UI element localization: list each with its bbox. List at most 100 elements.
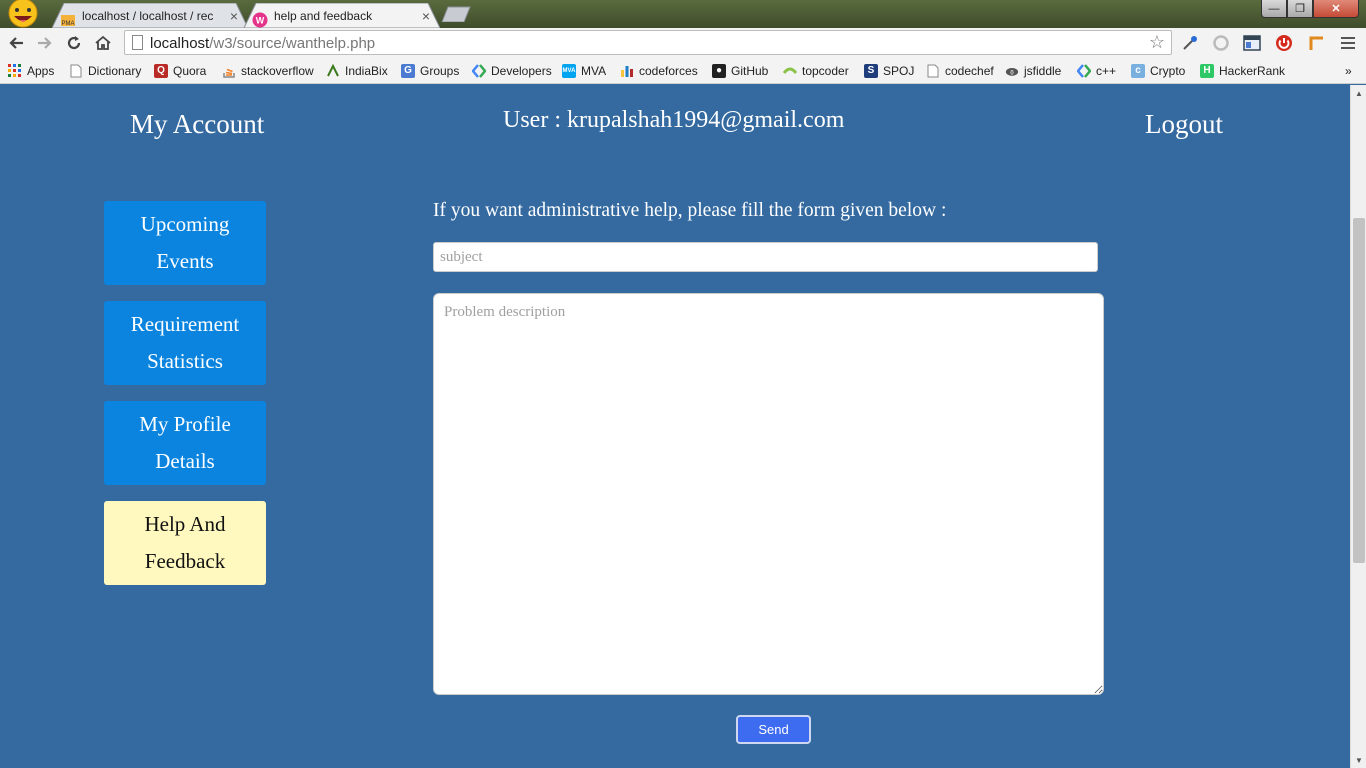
nav-upcoming-events-button[interactable]: Upcoming Events (104, 201, 266, 285)
url-path: /w3/source/wanthelp.php (209, 35, 376, 52)
user-email: User : krupalshah1994@gmail.com (503, 107, 845, 133)
nav-label-line2: Events (156, 249, 214, 273)
address-bar[interactable]: localhost/w3/source/wanthelp.php ☆ (124, 30, 1172, 55)
codeforces-icon (620, 64, 634, 78)
bookmark-quora[interactable]: Q Quora (154, 62, 206, 79)
phpmyadmin-icon: PMA (61, 14, 75, 27)
bookmark-dictionary[interactable]: Dictionary (69, 62, 141, 79)
maximize-button[interactable]: ❐ (1287, 0, 1313, 18)
bookmark-label: HackerRank (1219, 63, 1286, 78)
apps-grid-icon (8, 63, 22, 78)
bookmark-label: codechef (945, 63, 994, 78)
bookmark-codeforces[interactable]: codeforces (620, 62, 698, 79)
bookmark-hackerrank[interactable]: H HackerRank (1200, 62, 1285, 79)
github-icon: ● (712, 63, 726, 78)
nav-label-line2: Details (155, 449, 215, 473)
close-icon[interactable]: × (230, 8, 238, 24)
bookmark-github[interactable]: ● GitHub (712, 62, 768, 79)
hackerrank-icon: H (1200, 63, 1214, 78)
bookmark-label: GitHub (731, 63, 769, 78)
problem-description-textarea[interactable] (433, 293, 1104, 695)
nav-help-and-feedback-button[interactable]: Help And Feedback (104, 501, 266, 585)
nav-label-line1: Requirement (130, 312, 240, 336)
jsfiddle-icon: {} (1005, 64, 1019, 78)
browser-toolbar: localhost/w3/source/wanthelp.php ☆ (0, 28, 1366, 57)
bookmarks-bar: Apps Dictionary Q Quora stackoverflow IndiaBi… (0, 57, 1366, 84)
extension-circle-icon[interactable] (1211, 33, 1231, 53)
tab-help-and-feedback[interactable]: W help and feedback × (244, 3, 440, 28)
bookmark-label: Dictionary (88, 63, 142, 78)
bookmark-label: Groups (420, 63, 460, 78)
scroll-down-arrow-icon[interactable]: ▼ (1351, 752, 1366, 768)
quora-icon: Q (154, 63, 168, 78)
nav-label-line1: Help And (144, 512, 226, 536)
new-tab-button[interactable] (440, 6, 472, 22)
bookmark-topcoder[interactable]: topcoder (783, 62, 849, 79)
bookmark-label: Apps (27, 63, 55, 78)
forward-icon[interactable] (34, 32, 56, 54)
mva-icon: MVA (562, 63, 576, 78)
my-account-link[interactable]: My Account (130, 109, 264, 140)
nav-label-line1: Upcoming (140, 212, 230, 236)
svg-text:{}: {} (1010, 69, 1014, 74)
bookmark-label: MVA (581, 63, 607, 78)
subject-input[interactable] (433, 242, 1098, 272)
scroll-up-arrow-icon[interactable]: ▲ (1351, 85, 1366, 101)
back-icon[interactable] (5, 32, 27, 54)
topcoder-icon (783, 64, 797, 78)
page-icon (69, 64, 83, 78)
nav-label-line2: Feedback (144, 549, 226, 573)
svg-text:PMA: PMA (61, 21, 74, 27)
close-icon[interactable]: × (422, 8, 430, 24)
bookmark-label: IndiaBix (345, 63, 388, 78)
stackoverflow-icon (222, 64, 236, 78)
logout-link[interactable]: Logout (1145, 109, 1223, 140)
scrollbar-thumb[interactable] (1353, 218, 1365, 563)
page-scrollbar[interactable]: ▲ ▼ (1350, 85, 1366, 768)
url-text[interactable]: localhost/w3/source/wanthelp.php (150, 35, 375, 52)
bookmark-label: Developers (491, 63, 552, 78)
nav-requirement-statistics-button[interactable]: Requirement Statistics (104, 301, 266, 385)
bookmark-crypto[interactable]: c Crypto (1131, 62, 1185, 79)
nav-my-profile-details-button[interactable]: My Profile Details (104, 401, 266, 485)
profile-avatar-icon[interactable] (6, 0, 40, 28)
home-icon[interactable] (92, 32, 114, 54)
svg-text:W: W (256, 15, 265, 25)
eyedropper-icon[interactable] (1180, 33, 1200, 53)
bookmark-developers[interactable]: Developers (472, 62, 552, 79)
power-icon[interactable] (1274, 33, 1294, 53)
bookmark-c-[interactable]: c++ (1077, 62, 1116, 79)
nav-label-line2: Statistics (147, 349, 223, 373)
bookmark-spoj[interactable]: S SPOJ (864, 62, 914, 79)
reload-icon[interactable] (63, 32, 85, 54)
bookmark-label: Crypto (1150, 63, 1186, 78)
bookmark-codechef[interactable]: codechef (926, 62, 994, 79)
bookmark-apps[interactable]: Apps (8, 62, 54, 79)
developers-icon (472, 63, 486, 78)
send-button[interactable]: Send (736, 715, 811, 744)
bookmark-indiabix[interactable]: IndiaBix (326, 62, 388, 79)
minimize-button[interactable]: — (1261, 0, 1287, 18)
indiabix-icon (326, 63, 340, 78)
window-close-button[interactable]: ✕ (1313, 0, 1359, 18)
tab-phpmyadmin[interactable]: PMA localhost / localhost / rec × (52, 3, 248, 28)
browser-titlebar: PMA localhost / localhost / rec × W help… (0, 0, 1366, 28)
menu-icon[interactable] (1338, 33, 1358, 53)
spoj-icon: S (864, 63, 878, 78)
bookmark-label: SPOJ (883, 63, 915, 78)
groups-icon: G (401, 63, 415, 78)
form-heading: If you want administrative help, please … (433, 200, 947, 221)
bookmark-mva[interactable]: MVA MVA (562, 62, 606, 79)
bookmark-label: c++ (1096, 63, 1117, 78)
bookmark-star-icon[interactable]: ☆ (1149, 32, 1165, 53)
ruler-icon[interactable] (1306, 33, 1326, 53)
bookmark-groups[interactable]: G Groups (401, 62, 459, 79)
bookmark-label: stackoverflow (241, 63, 314, 78)
extension-window-icon[interactable] (1242, 33, 1262, 53)
bookmark-stackoverflow[interactable]: stackoverflow (222, 62, 314, 79)
bookmark-label: topcoder (802, 63, 849, 78)
bookmarks-overflow-icon[interactable]: » (1345, 62, 1352, 79)
bookmark-label: codeforces (639, 63, 698, 78)
url-host: localhost (150, 35, 210, 52)
bookmark-jsfiddle[interactable]: {} jsfiddle (1005, 62, 1061, 79)
